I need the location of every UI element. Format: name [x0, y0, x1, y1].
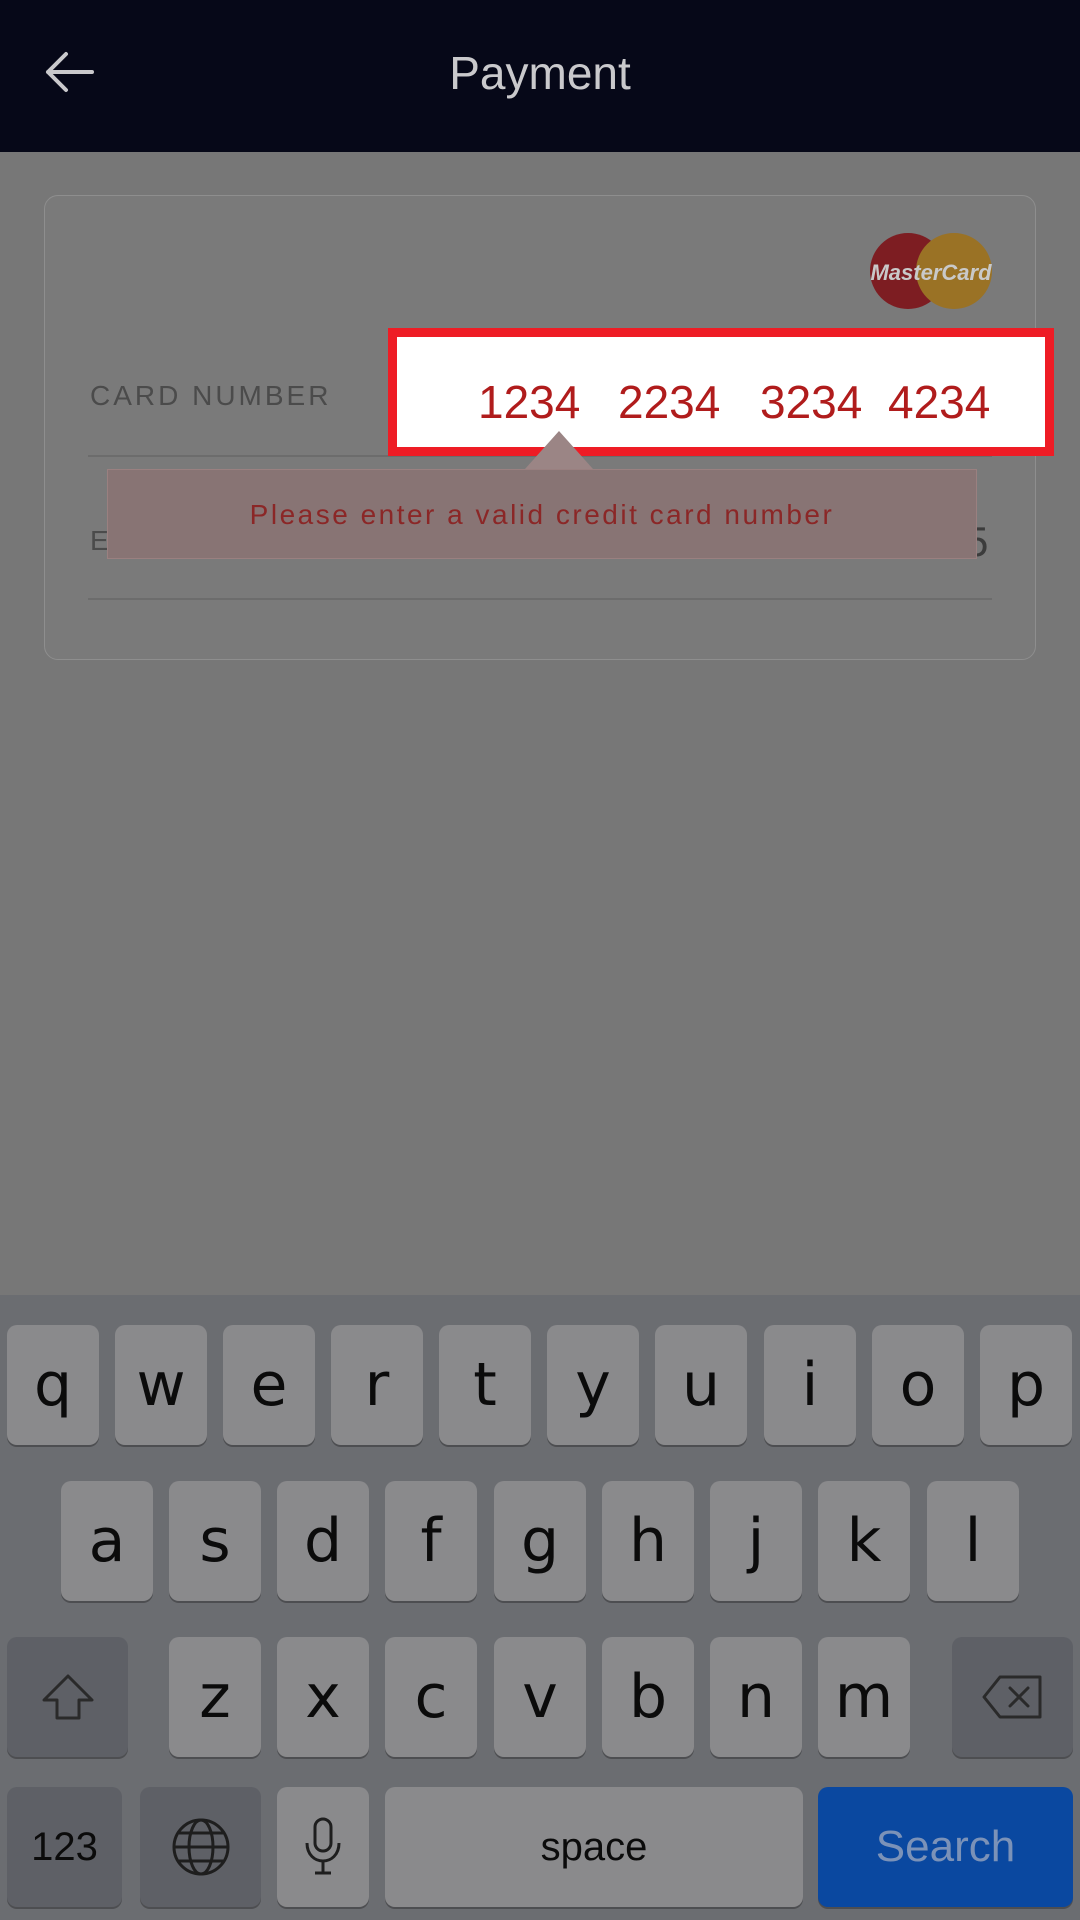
key-o[interactable]: o: [872, 1325, 964, 1445]
mastercard-logo-text: MasterCard: [870, 260, 992, 285]
key-h[interactable]: h: [602, 1481, 694, 1601]
key-x[interactable]: x: [277, 1637, 369, 1757]
card-number-group: 4234: [888, 376, 991, 428]
backspace-icon: [982, 1675, 1041, 1719]
card-number-input[interactable]: 1234 2234 3234 4234: [388, 328, 1054, 456]
key-l[interactable]: l: [927, 1481, 1019, 1601]
key-m[interactable]: m: [818, 1637, 910, 1757]
key-v[interactable]: v: [494, 1637, 586, 1757]
key-s[interactable]: s: [169, 1481, 261, 1601]
card-number-group: 1234: [478, 376, 581, 428]
key-a[interactable]: a: [61, 1481, 153, 1601]
page-title: Payment: [449, 47, 631, 99]
microphone-icon: [305, 1817, 341, 1875]
card-number-label: CARD NUMBER: [90, 380, 332, 411]
app-header: Payment: [0, 0, 1080, 152]
key-u[interactable]: u: [655, 1325, 747, 1445]
globe-icon: [172, 1818, 229, 1876]
shift-icon: [42, 1674, 93, 1720]
key-c[interactable]: c: [385, 1637, 477, 1757]
key-i[interactable]: i: [764, 1325, 856, 1445]
key-k[interactable]: k: [818, 1481, 910, 1601]
key-n[interactable]: n: [710, 1637, 802, 1757]
key-g[interactable]: g: [494, 1481, 586, 1601]
microphone-key[interactable]: [277, 1787, 369, 1907]
key-f[interactable]: f: [385, 1481, 477, 1601]
error-tooltip: Please enter a valid credit card number: [107, 469, 977, 559]
key-w[interactable]: w: [115, 1325, 207, 1445]
error-message: Please enter a valid credit card number: [249, 499, 835, 530]
search-key[interactable]: Search: [818, 1787, 1073, 1907]
key-b[interactable]: b: [602, 1637, 694, 1757]
key-p[interactable]: p: [980, 1325, 1072, 1445]
space-key[interactable]: space: [385, 1787, 803, 1907]
key-r[interactable]: r: [331, 1325, 423, 1445]
key-q[interactable]: q: [7, 1325, 99, 1445]
divider: [88, 598, 992, 600]
tooltip-arrow: [525, 431, 593, 469]
expiry-label: E: [90, 525, 109, 556]
key-z[interactable]: z: [169, 1637, 261, 1757]
key-j[interactable]: j: [710, 1481, 802, 1601]
backspace-key[interactable]: [952, 1637, 1073, 1757]
globe-key[interactable]: [140, 1787, 261, 1907]
key-t[interactable]: t: [439, 1325, 531, 1445]
numbers-key[interactable]: 123: [7, 1787, 122, 1907]
key-e[interactable]: e: [223, 1325, 315, 1445]
card-number-group: 2234: [618, 376, 721, 428]
shift-key[interactable]: [7, 1637, 128, 1757]
key-d[interactable]: d: [277, 1481, 369, 1601]
key-y[interactable]: y: [547, 1325, 639, 1445]
keyboard: q w e r t y u i o p a s d f g h j k l z …: [0, 1295, 1080, 1920]
mastercard-logo: MasterCard: [869, 232, 993, 310]
card-number-group: 3234: [760, 376, 863, 428]
